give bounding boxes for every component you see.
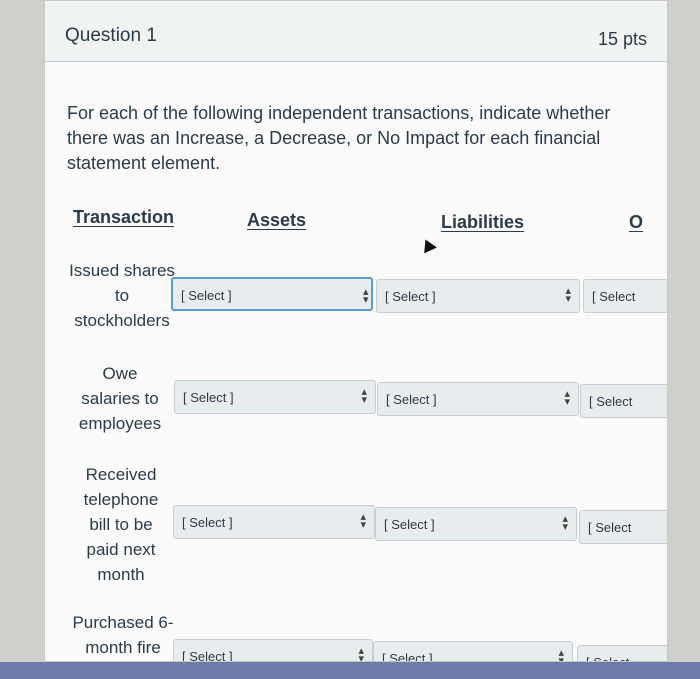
select-value: [ Select ] <box>382 651 433 662</box>
select-value: [ Select ] <box>182 515 233 530</box>
updown-arrows-icon: ▴ ▾ <box>358 645 364 662</box>
column-header-third: O <box>629 212 644 232</box>
select-value: [ Select ] <box>386 392 437 407</box>
column-header-liabilities: Liabilities <box>441 212 525 232</box>
select-value: [ Select <box>589 394 633 409</box>
updown-arrows-icon: ▴ ▾ <box>562 513 568 533</box>
select-value: [ Select ] <box>384 517 435 532</box>
select-row4-third[interactable]: [ Select <box>577 645 667 661</box>
select-value: [ Select <box>592 289 636 304</box>
select-row3-third[interactable]: [ Select <box>579 510 667 544</box>
column-header-assets: Assets <box>247 210 307 230</box>
question-points: 15 pts <box>597 29 647 49</box>
updown-arrows-icon: ▴ ▾ <box>565 285 571 305</box>
column-header-transaction: Transaction <box>73 207 175 227</box>
row-label-issued-shares: Issued shares to stockholders <box>69 261 175 330</box>
question-title: Question 1 <box>65 25 157 46</box>
select-row3-assets[interactable]: [ Select ] ▴ ▾ <box>173 505 375 539</box>
select-row4-liabilities[interactable]: [ Select ] ▴ ▾ <box>373 641 573 662</box>
updown-arrows-icon: ▴ ▾ <box>558 647 564 662</box>
select-value: [ Select ] <box>181 288 232 303</box>
question-prompt: For each of the following independent tr… <box>67 103 611 173</box>
select-value: [ Select ] <box>385 289 436 304</box>
select-row2-assets[interactable]: [ Select ] ▴ ▾ <box>174 380 376 414</box>
select-value: [ Select <box>588 520 632 535</box>
mouse-pointer-icon <box>419 236 437 254</box>
select-value: [ Select <box>586 655 629 661</box>
select-row2-third[interactable]: [ Select <box>580 384 667 418</box>
updown-arrows-icon: ▴ ▾ <box>564 388 570 408</box>
row-label-owe-salaries: Owe salaries to employees <box>78 364 162 433</box>
select-row1-assets[interactable]: [ Select ] <box>171 277 373 311</box>
select-value: [ Select ] <box>183 390 234 405</box>
select-row1-third[interactable]: [ Select <box>583 279 667 313</box>
select-row1-liabilities[interactable]: [ Select ] ▴ ▾ <box>376 279 580 313</box>
row-label-purchased-fire: Purchased 6-month fire <box>72 613 174 657</box>
question-header: Question 1 15 pts <box>45 1 667 62</box>
row-label-received-telephone-bill: Received telephone bill to be paid next … <box>83 465 159 584</box>
select-value: [ Select ] <box>182 649 233 662</box>
question-card: Question 1 15 pts For each of the follow… <box>44 0 668 662</box>
taskbar <box>0 662 700 679</box>
select-row3-liabilities[interactable]: [ Select ] ▴ ▾ <box>375 507 577 541</box>
updown-arrows-icon: ▴ ▾ <box>363 286 369 306</box>
updown-arrows-icon: ▴ ▾ <box>361 386 367 406</box>
select-row4-assets[interactable]: [ Select ] ▴ ▾ <box>173 639 373 662</box>
select-row2-liabilities[interactable]: [ Select ] ▴ ▾ <box>377 382 579 416</box>
updown-arrows-icon: ▴ ▾ <box>360 511 366 531</box>
